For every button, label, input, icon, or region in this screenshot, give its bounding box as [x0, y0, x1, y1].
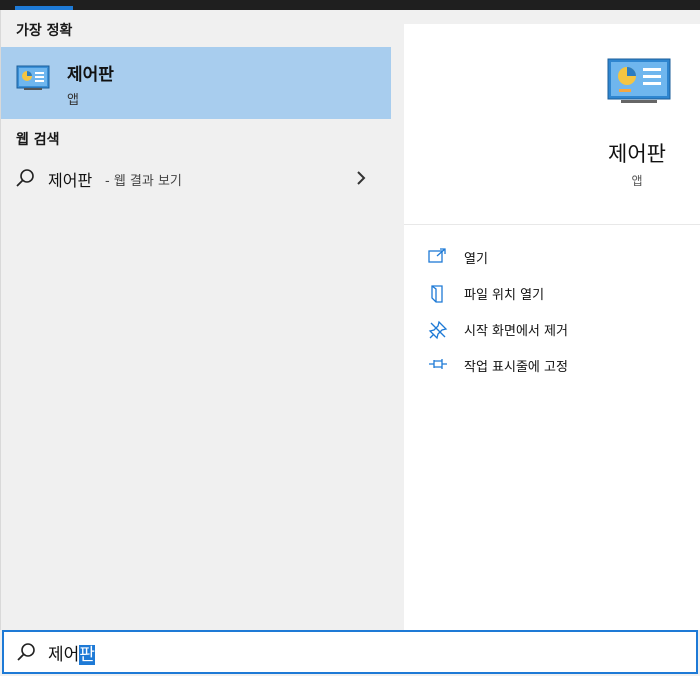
best-match-type: 앱: [67, 93, 79, 108]
top-bar: [0, 0, 700, 10]
divider: [404, 224, 700, 225]
web-search-heading: 웹 검색: [16, 132, 60, 148]
open-file-location-label: 파일 위치 열기: [464, 288, 545, 303]
search-box[interactable]: 제어판: [2, 630, 698, 674]
detail-app-type: 앱: [631, 174, 643, 188]
chevron-right-icon[interactable]: [355, 170, 367, 190]
pin-taskbar-icon: [428, 356, 448, 376]
search-input[interactable]: 제어판: [48, 640, 95, 665]
web-search-result[interactable]: 제어판 - 웹 결과 보기: [1, 162, 391, 196]
results-panel: 가장 정확 제어판 앱 웹 검색 제어판 - 웹 결과 보기: [0, 10, 391, 630]
web-search-suffix: - 웹 결과 보기: [105, 174, 182, 189]
open-label: 열기: [464, 252, 488, 267]
detail-app-name: 제어판: [608, 142, 666, 166]
file-location-icon: [428, 284, 448, 308]
search-icon: [15, 168, 35, 192]
details-panel: 제어판 앱 열기 파일 위치 열기 시작 화면에서 제거 작업 표시줄에 고정: [404, 24, 700, 630]
search-text: 제어: [48, 645, 80, 665]
unpin-start-icon: [428, 320, 448, 344]
pin-to-taskbar-label: 작업 표시줄에 고정: [464, 360, 568, 375]
search-text-selected: 판: [79, 645, 95, 665]
web-search-query: 제어판: [48, 171, 93, 190]
control-panel-icon: [16, 65, 50, 95]
best-match-heading: 가장 정확: [16, 23, 73, 39]
unpin-from-start-label: 시작 화면에서 제거: [464, 324, 568, 339]
search-box-icon: [16, 642, 36, 666]
open-icon: [428, 248, 448, 268]
best-match-result[interactable]: 제어판 앱: [1, 47, 391, 119]
best-match-name: 제어판: [67, 65, 114, 85]
control-panel-large-icon: [607, 58, 671, 110]
